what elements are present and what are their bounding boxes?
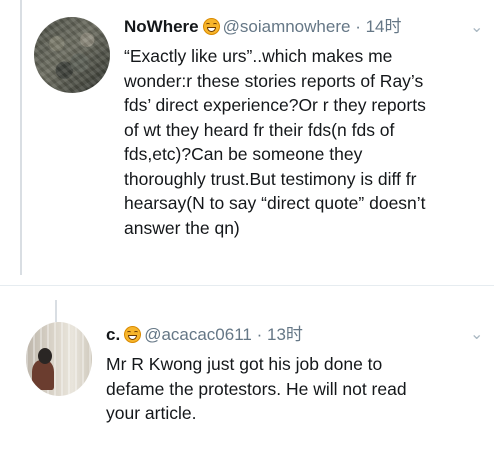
timestamp[interactable]: 13时 [267, 325, 303, 344]
tweet-text-line: fds’ direct experience?Or r they reports [124, 95, 426, 115]
tweet-text: “Exactly like urs”..which makes me wonde… [124, 44, 488, 240]
tweet-text-line: thoroughly trust.But testimony is diff f… [124, 168, 417, 189]
grinning-face-emoji-icon [124, 326, 142, 343]
avatar[interactable] [26, 322, 92, 396]
tweet-text-line: hearsay(N to say “direct quote” doesn’t [124, 193, 426, 213]
tweet-text-line: of wt they heard fr their fds(n fds of [124, 119, 395, 140]
tweet-text-line: wonder:r these stories reports of Ray’s [124, 70, 424, 91]
tweet-text-line: “Exactly like urs”..which makes me [124, 46, 393, 66]
tweet-header: NoWhere @soiamnowhere · 14时 [124, 16, 402, 38]
grinning-face-emoji-icon [202, 18, 220, 35]
tweet-text-line: defame the protestors. He will not read [106, 378, 407, 399]
tweet-header: c. @acacac0611 · 13时 [106, 324, 303, 346]
tweet-text-line: fds,etc)?Can be someone they [124, 144, 363, 164]
separator-dot: · [256, 325, 263, 344]
tweet-text-line: Mr R Kwong just got his job done to [106, 354, 383, 374]
user-handle[interactable]: @soiamnowhere [223, 17, 351, 36]
display-name[interactable]: NoWhere [124, 17, 199, 36]
chevron-down-icon[interactable]: ⌄ [470, 324, 483, 344]
separator-dot: · [355, 17, 361, 36]
tweet-text-line: your article. [106, 403, 197, 423]
tweet-1[interactable]: NoWhere @soiamnowhere · 14时 ⌄ “Exactly li… [0, 0, 494, 285]
user-handle[interactable]: @acacac0611 [144, 325, 252, 344]
tweet-text-line: answer the qn) [124, 217, 240, 238]
timestamp[interactable]: 14时 [366, 17, 402, 36]
tweet-text: Mr R Kwong just got his job done to defa… [106, 352, 486, 426]
chevron-down-icon[interactable]: ⌄ [470, 17, 483, 37]
avatar[interactable] [34, 17, 110, 93]
display-name[interactable]: c. [106, 325, 120, 344]
tweet-2[interactable]: c. @acacac0611 · 13时 ⌄ Mr R Kwong just go… [0, 286, 494, 457]
